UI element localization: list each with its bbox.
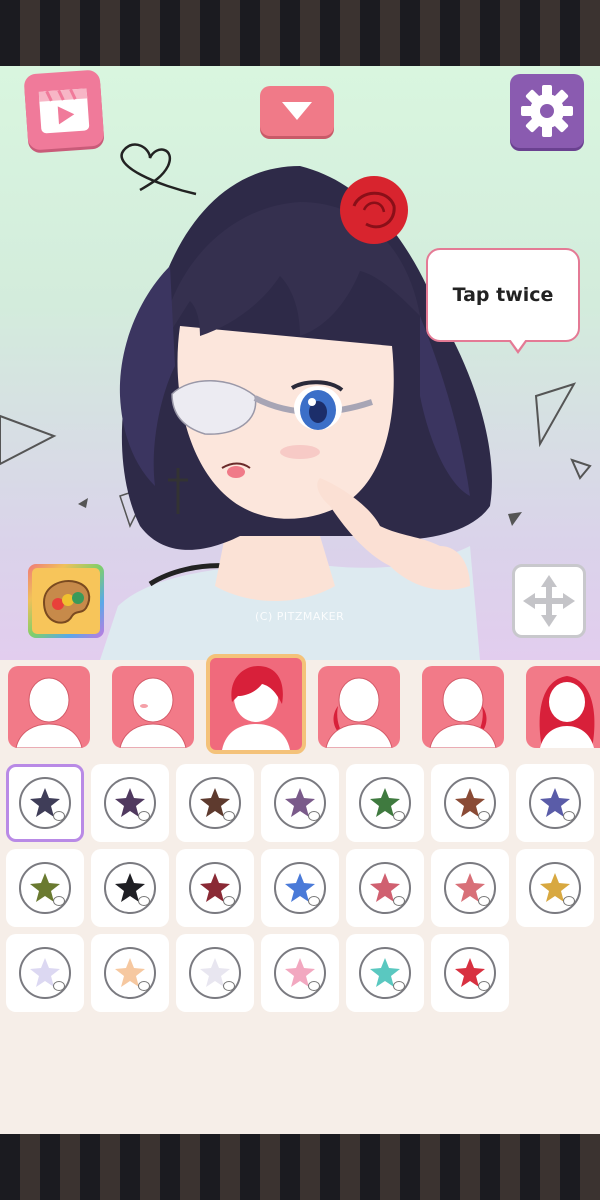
move-arrows-icon [523,575,575,627]
move-button[interactable] [512,564,586,638]
top-stripe-bar [0,0,600,66]
color-swatch[interactable] [516,764,594,842]
watermark: (C) PITZMAKER [255,610,345,623]
hint-speech-bubble: Tap twice [426,248,580,354]
tab-hair-side[interactable] [318,666,400,748]
star-icon [540,788,570,817]
hair-short-icon [222,666,290,750]
color-swatch[interactable] [6,849,84,927]
settings-button[interactable] [510,74,584,148]
color-swatch[interactable] [176,764,254,842]
swatch-ring [189,777,241,829]
color-swatch[interactable] [91,934,169,1012]
color-swatch[interactable] [91,849,169,927]
video-button[interactable] [23,69,105,151]
tab-hair-side-left[interactable] [422,666,504,748]
star-icon [30,873,60,902]
star-icon [30,958,60,987]
star-icon [115,788,145,817]
star-icon [200,958,230,987]
swatch-ring [189,947,241,999]
category-tabs [0,654,600,760]
tab-face-base[interactable] [8,666,90,748]
editor-panel [0,654,600,1134]
gear-icon [521,85,573,137]
swatch-ring [104,862,156,914]
swatch-ring [444,862,496,914]
swatch-ring [274,777,326,829]
star-icon [370,873,400,902]
star-icon [115,958,145,987]
swatch-ring [104,947,156,999]
tab-hair-short[interactable] [206,654,306,754]
hint-text: Tap twice [452,284,554,306]
swatch-ring [359,862,411,914]
swatch-ring [529,862,581,914]
hair-long-icon [539,676,595,748]
star-icon [30,788,60,817]
swatch-ring [19,777,71,829]
tab-face-blush[interactable] [112,666,194,748]
bottom-stripe-bar [0,1134,600,1200]
color-swatch[interactable] [261,934,339,1012]
star-icon [455,958,485,987]
star-icon [285,788,315,817]
star-icon [115,873,145,902]
star-icon [370,788,400,817]
star-icon [455,788,485,817]
star-icon [455,873,485,902]
color-swatch[interactable] [6,764,84,842]
swatch-ring [19,862,71,914]
collapse-dropdown-button[interactable] [260,86,334,136]
swatch-ring [529,777,581,829]
swatch-ring [359,947,411,999]
color-swatch[interactable] [516,849,594,927]
star-icon [200,788,230,817]
color-swatch[interactable] [346,764,424,842]
palette-icon [42,580,91,624]
color-swatch[interactable] [6,934,84,1012]
swatch-ring [274,862,326,914]
swatch-ring [274,947,326,999]
star-icon [285,873,315,902]
swatch-ring [444,777,496,829]
color-swatch[interactable] [431,764,509,842]
video-clip-icon [38,88,90,134]
hair-side-icon [325,677,393,748]
star-icon [200,873,230,902]
color-swatch[interactable] [176,849,254,927]
color-swatch[interactable] [91,764,169,842]
face-silhouette-icon [15,677,83,748]
swatch-ring [359,777,411,829]
color-swatch[interactable] [431,849,509,927]
star-icon [285,958,315,987]
color-swatch[interactable] [261,764,339,842]
chevron-down-icon [282,102,312,120]
color-swatch[interactable] [261,849,339,927]
color-swatch[interactable] [346,849,424,927]
swatch-ring [19,947,71,999]
star-icon [370,958,400,987]
color-swatch[interactable] [431,934,509,1012]
color-swatch[interactable] [176,934,254,1012]
swatch-ring [189,862,241,914]
tab-hair-long[interactable] [526,666,600,748]
swatch-ring [444,947,496,999]
character-stage[interactable]: Tap twice (C) PITZMAKER [0,66,600,660]
color-swatch[interactable] [346,934,424,1012]
palette-button[interactable] [28,564,104,638]
face-blush-icon [119,677,187,748]
star-icon [540,873,570,902]
hair-side-left-icon [429,677,497,748]
swatch-ring [104,777,156,829]
